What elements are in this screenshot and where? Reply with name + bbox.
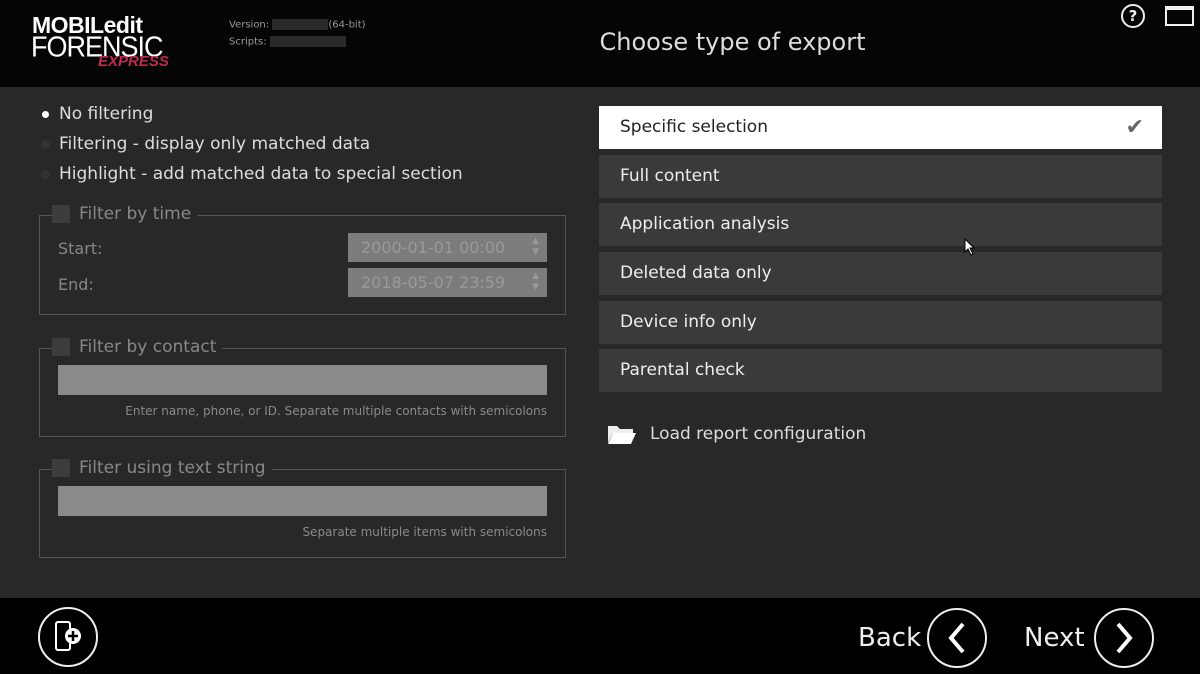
- legend-label: Filter by time: [79, 204, 192, 224]
- export-option-full-content[interactable]: Full content: [599, 155, 1162, 198]
- logo-express: EXPRESS: [98, 53, 169, 70]
- text-hint: Separate multiple items with semicolons: [302, 525, 547, 539]
- text-string-input[interactable]: [58, 486, 547, 516]
- filter-by-text-group: Filter using text string Separate multip…: [39, 458, 566, 558]
- radio-dot-icon: [41, 139, 50, 149]
- load-report-configuration-link[interactable]: Load report configuration: [607, 423, 866, 445]
- export-option-device-info[interactable]: Device info only: [599, 301, 1162, 344]
- option-label: Application analysis: [620, 214, 790, 234]
- version-value-redacted: [272, 19, 329, 30]
- back-button[interactable]: [927, 608, 987, 668]
- export-option-specific-selection[interactable]: Specific selection ✔: [599, 106, 1162, 149]
- help-icon[interactable]: ?: [1121, 4, 1145, 28]
- start-label: Start:: [58, 239, 103, 258]
- checkbox[interactable]: [52, 338, 70, 356]
- version-label: Version:: [229, 19, 270, 31]
- option-label: Full content: [620, 166, 720, 186]
- export-option-application-analysis[interactable]: Application analysis: [599, 203, 1162, 246]
- radio-dot-icon: [42, 110, 49, 118]
- checkbox[interactable]: [52, 459, 70, 477]
- radio-label: Filtering - display only matched data: [59, 134, 371, 154]
- scripts-label: Scripts:: [229, 36, 267, 48]
- next-label[interactable]: Next: [1024, 623, 1085, 653]
- spinner-icon[interactable]: ▲ ▼: [532, 236, 539, 258]
- filter-by-text-toggle[interactable]: Filter using text string: [52, 458, 272, 478]
- mouse-cursor-icon: [964, 238, 976, 256]
- start-datetime-input[interactable]: 2000-01-01 00:00 ▲ ▼: [348, 233, 547, 262]
- radio-filtering[interactable]: Filtering - display only matched data: [40, 134, 370, 154]
- option-label: Parental check: [620, 360, 745, 380]
- contact-input[interactable]: [58, 365, 547, 395]
- radio-label: Highlight - add matched data to special …: [59, 164, 463, 184]
- header: MOBILedit FORENSIC EXPRESS Version: (64-…: [0, 0, 1200, 87]
- export-option-deleted-data[interactable]: Deleted data only: [599, 252, 1162, 295]
- legend-label: Filter by contact: [79, 337, 217, 357]
- start-value: 2000-01-01 00:00: [361, 238, 506, 257]
- add-device-button[interactable]: [38, 607, 98, 667]
- filter-by-contact-toggle[interactable]: Filter by contact: [52, 337, 223, 357]
- checkmark-icon: ✔: [1125, 115, 1144, 140]
- contact-hint: Enter name, phone, or ID. Separate multi…: [125, 404, 547, 418]
- version-info: Version: (64-bit): [229, 19, 366, 31]
- filter-by-contact-group: Filter by contact Enter name, phone, or …: [39, 337, 566, 437]
- load-config-label: Load report configuration: [650, 424, 867, 444]
- page-title: Choose type of export: [599, 28, 866, 56]
- folder-icon: [608, 426, 636, 444]
- radio-highlight[interactable]: Highlight - add matched data to special …: [40, 164, 463, 184]
- radio-no-filtering[interactable]: No filtering: [40, 104, 153, 124]
- option-label: Device info only: [620, 312, 757, 332]
- end-value: 2018-05-07 23:59: [361, 273, 506, 292]
- radio-dot-icon: [41, 169, 50, 179]
- end-datetime-input[interactable]: 2018-05-07 23:59 ▲ ▼: [348, 268, 547, 297]
- version-suffix: (64-bit): [328, 19, 366, 31]
- export-option-parental-check[interactable]: Parental check: [599, 349, 1162, 392]
- footer: Back Next: [0, 598, 1200, 674]
- chevron-left-icon: [948, 622, 965, 654]
- option-label: Specific selection: [620, 117, 768, 137]
- filter-by-time-group: Filter by time Start: 2000-01-01 00:00 ▲ ▼…: [39, 204, 566, 315]
- chevron-right-icon: [1116, 622, 1133, 654]
- back-label[interactable]: Back: [858, 623, 921, 653]
- scripts-info: Scripts:: [229, 36, 346, 48]
- checkbox[interactable]: [52, 205, 70, 223]
- maximize-icon[interactable]: [1165, 6, 1194, 26]
- next-button[interactable]: [1094, 608, 1154, 668]
- radio-label: No filtering: [59, 104, 154, 124]
- scripts-value-redacted: [269, 36, 346, 47]
- spinner-icon[interactable]: ▲ ▼: [532, 271, 539, 293]
- legend-label: Filter using text string: [79, 458, 266, 478]
- option-label: Deleted data only: [620, 263, 772, 283]
- add-phone-icon: [55, 621, 81, 651]
- end-label: End:: [58, 275, 94, 294]
- filter-by-time-toggle[interactable]: Filter by time: [52, 204, 198, 224]
